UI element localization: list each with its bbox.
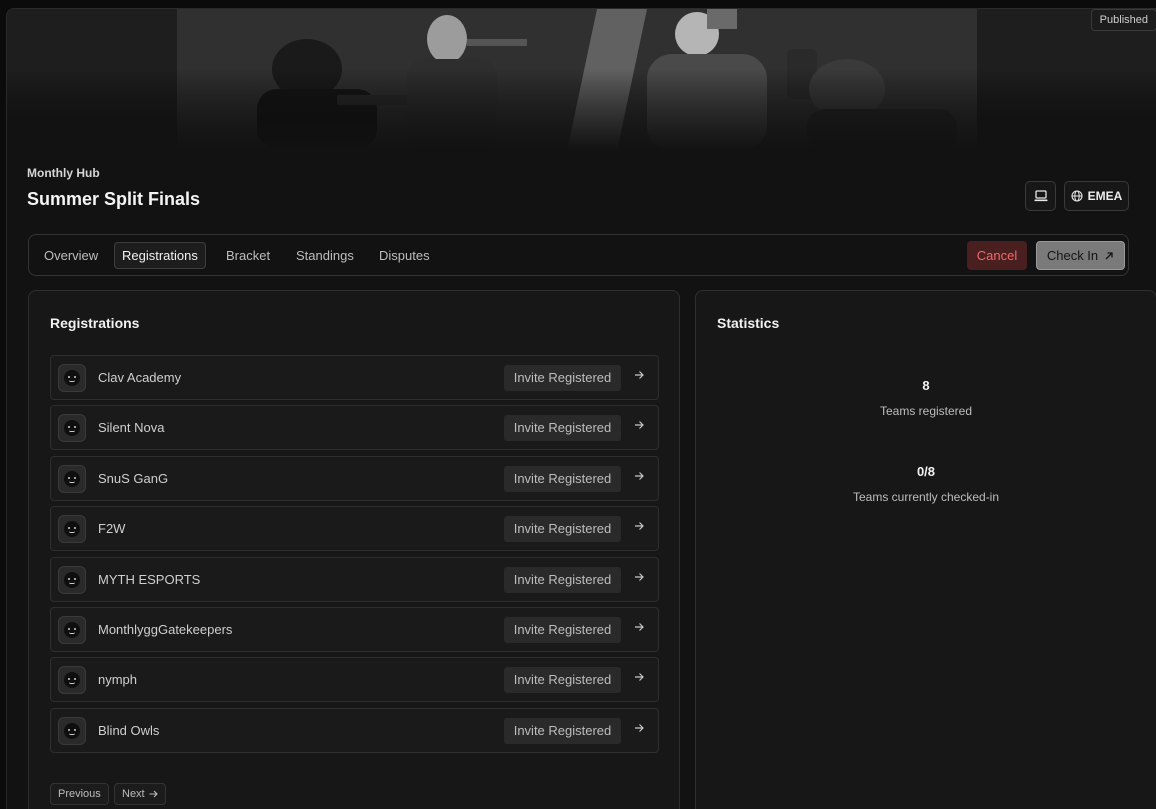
team-avatar <box>58 615 86 644</box>
team-logo-icon <box>64 722 80 739</box>
registration-status-badge: Invite Registered <box>504 415 621 442</box>
tab-bar: Overview Registrations Bracket Standings… <box>28 234 1129 276</box>
team-logo-icon <box>64 521 80 538</box>
previous-page-button[interactable]: Previous <box>50 783 109 805</box>
tournament-page: Published Monthly Hub Summer Split Final… <box>6 8 1156 809</box>
registration-row[interactable]: SnuS GanG Invite Registered <box>50 455 659 501</box>
tab-disputes[interactable]: Disputes <box>371 242 438 269</box>
region-button[interactable]: EMEA <box>1064 181 1129 211</box>
team-name: MYTH ESPORTS <box>98 571 201 587</box>
registration-row[interactable]: Silent Nova Invite Registered <box>50 405 659 451</box>
team-name: nymph <box>98 672 138 688</box>
globe-icon <box>1071 190 1083 202</box>
team-avatar <box>58 515 86 544</box>
checked-in-value: 0/8 <box>916 464 936 479</box>
registrations-panel: Registrations Clav Academy Invite Registe… <box>28 290 680 809</box>
laptop-icon <box>1034 190 1047 202</box>
team-avatar <box>58 666 86 695</box>
registration-row[interactable]: MonthlyggGatekeepers Invite Registered <box>50 606 659 652</box>
banner-artwork-image <box>7 9 1156 151</box>
tab-standings[interactable]: Standings <box>288 242 362 269</box>
team-logo-icon <box>64 370 80 386</box>
team-logo-icon <box>64 470 80 487</box>
arrow-right-icon <box>149 790 158 798</box>
page-title: Summer Split Finals <box>27 189 201 209</box>
team-name: SnuS GanG <box>98 470 169 486</box>
teams-registered-label: Teams registered <box>879 404 973 418</box>
registration-row[interactable]: MYTH ESPORTS Invite Registered <box>50 556 659 602</box>
arrow-right-icon[interactable] <box>634 622 644 632</box>
arrow-right-icon[interactable] <box>634 572 644 582</box>
registration-row[interactable]: F2W Invite Registered <box>50 506 659 552</box>
published-status-badge: Published <box>1090 9 1156 31</box>
team-name: MonthlyggGatekeepers <box>98 621 233 637</box>
hub-label: Monthly Hub <box>27 166 100 180</box>
platform-button[interactable] <box>1025 181 1056 211</box>
registration-status-badge: Invite Registered <box>504 465 621 492</box>
team-name: Silent Nova <box>98 420 165 436</box>
registration-status-badge: Invite Registered <box>504 365 621 391</box>
tab-registrations[interactable]: Registrations <box>114 242 206 269</box>
registration-row[interactable]: Clav Academy Invite Registered <box>50 355 659 400</box>
team-logo-icon <box>64 621 80 638</box>
tab-overview[interactable]: Overview <box>36 242 106 269</box>
registrations-title: Registrations <box>50 315 140 331</box>
team-avatar <box>58 565 86 594</box>
check-in-button[interactable]: Check In <box>1036 241 1125 270</box>
team-avatar <box>58 414 86 443</box>
team-name: Clav Academy <box>98 370 182 385</box>
next-page-button[interactable]: Next <box>114 783 166 805</box>
tab-bracket[interactable]: Bracket <box>218 242 278 269</box>
arrow-right-icon[interactable] <box>634 420 644 430</box>
region-label: EMEA <box>1087 189 1123 203</box>
team-avatar <box>58 364 86 392</box>
check-in-label: Check In <box>1046 248 1099 263</box>
team-logo-icon <box>64 672 80 689</box>
statistics-panel: Statistics 8 Teams registered 0/8 Teams … <box>695 290 1156 809</box>
team-logo-icon <box>64 571 80 588</box>
registration-status-badge: Invite Registered <box>504 616 621 643</box>
arrow-right-icon[interactable] <box>634 370 644 380</box>
team-avatar <box>58 716 86 745</box>
arrow-up-right-icon <box>1105 251 1113 259</box>
team-logo-icon <box>64 420 80 437</box>
registration-row[interactable]: Blind Owls Invite Registered <box>50 707 659 753</box>
registration-status-badge: Invite Registered <box>504 667 621 694</box>
registration-status-badge: Invite Registered <box>504 717 621 744</box>
arrow-right-icon[interactable] <box>634 471 644 481</box>
cancel-button[interactable]: Cancel <box>967 241 1027 270</box>
registration-row[interactable]: nymph Invite Registered <box>50 657 659 703</box>
arrow-right-icon[interactable] <box>634 672 644 682</box>
team-avatar <box>58 464 86 493</box>
hero-banner: Published <box>7 9 1156 151</box>
statistics-title: Statistics <box>717 315 780 331</box>
teams-registered-value: 8 <box>922 378 930 393</box>
team-name: F2W <box>98 521 126 537</box>
registrations-list: Clav Academy Invite Registered Silent Nova… <box>50 355 659 758</box>
team-name: Blind Owls <box>98 722 160 738</box>
arrow-right-icon[interactable] <box>634 723 644 733</box>
registration-status-badge: Invite Registered <box>504 516 621 543</box>
arrow-right-icon[interactable] <box>634 521 644 531</box>
next-page-label: Next <box>122 788 145 800</box>
registration-status-badge: Invite Registered <box>504 566 621 593</box>
checked-in-label: Teams currently checked-in <box>852 490 1000 504</box>
